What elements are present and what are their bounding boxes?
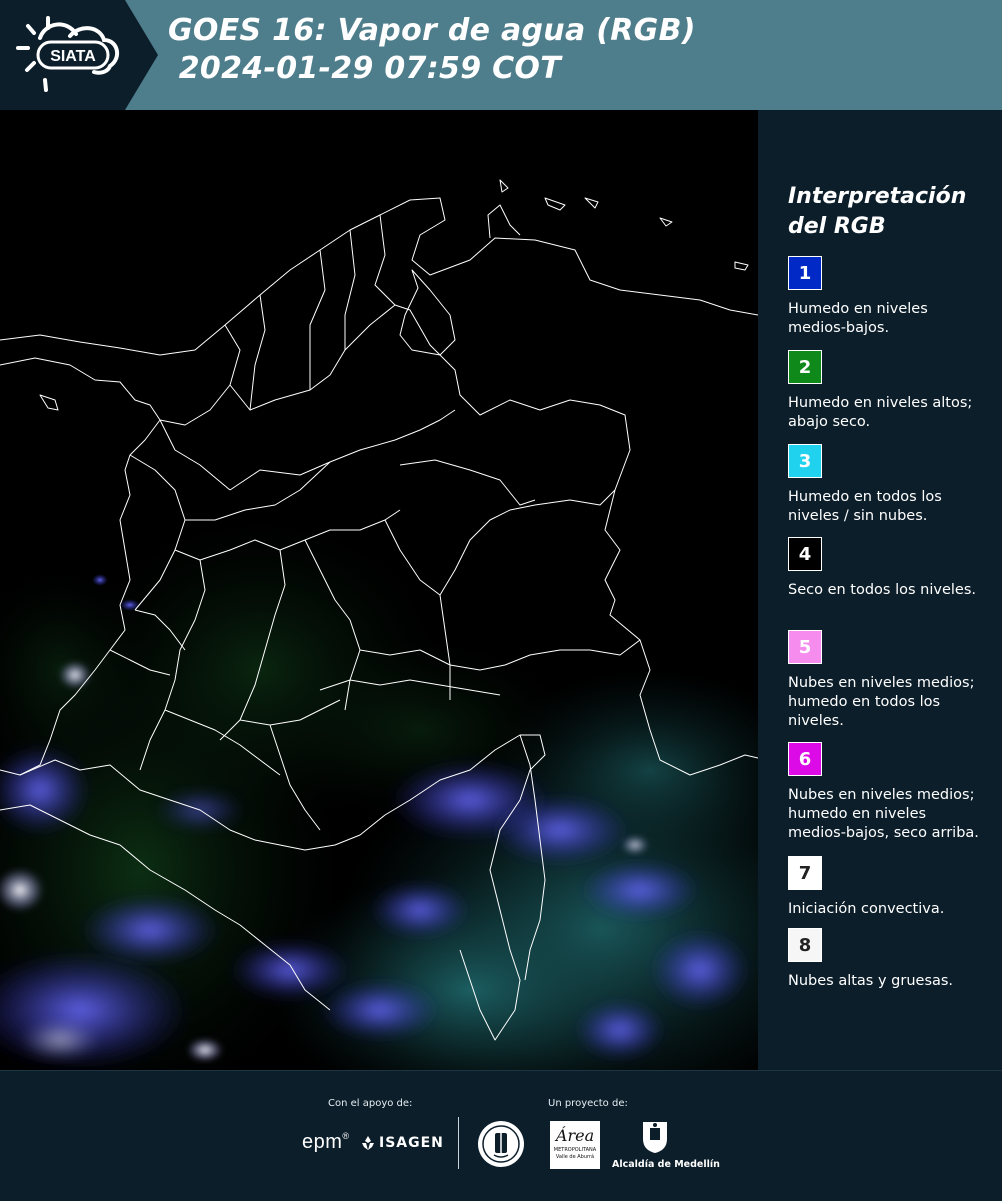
legend-text-1: Humedo en niveles medios-bajos. — [788, 301, 928, 336]
isagen-logo: ISAGEN — [360, 1135, 444, 1151]
footer-bar: Con el apoyo de: Un proyecto de: epm® IS… — [0, 1070, 1002, 1201]
legend-text-3: Humedo en todos los niveles / sin nubes. — [788, 489, 942, 524]
epm-logo: epm® — [302, 1131, 350, 1154]
legend-title-line-1: Interpretación — [788, 184, 967, 209]
title-line-1: GOES 16: Vapor de agua (RGB) — [168, 13, 696, 48]
area-subcaption: Valle de Aburrá — [555, 1154, 595, 1160]
legend-text-7: Iniciación convectiva. — [788, 901, 945, 917]
support-label: Con el apoyo de: — [328, 1098, 413, 1109]
logo-text: SIATA — [50, 48, 96, 65]
legend-swatch-1: 1 — [788, 256, 822, 290]
legend-text-5: Nubes en niveles medios; humedo en todos… — [788, 675, 975, 729]
registered-mark: ® — [342, 1131, 350, 1141]
satellite-map — [0, 110, 758, 1070]
legend-item-1: 1 Humedo en niveles medios-bajos. — [788, 256, 998, 338]
alcaldia-label: Alcaldía de Medellín — [612, 1159, 720, 1170]
legend-item-3: 3 Humedo en todos los niveles / sin nube… — [788, 444, 998, 526]
area-caption: METROPOLITANA — [553, 1147, 597, 1153]
area-logo-text: Área — [555, 1126, 595, 1145]
project-label: Un proyecto de: — [548, 1098, 628, 1109]
title-line-2: 2024-01-29 07:59 COT — [168, 51, 562, 86]
epm-text: epm — [302, 1131, 343, 1153]
isagen-text: ISAGEN — [379, 1135, 444, 1151]
medellin-seal-logo — [476, 1119, 526, 1173]
legend-swatch-8: 8 — [788, 928, 822, 962]
header-bar: SIATA GOES 16: Vapor de agua (RGB) 2024-… — [0, 0, 1002, 110]
legend-title: Interpretación del RGB — [788, 182, 988, 242]
legend-title-line-2: del RGB — [788, 214, 886, 239]
siata-logo: SIATA — [0, 0, 160, 110]
legend-text-2: Humedo en niveles altos; abajo seco. — [788, 395, 973, 430]
legend-swatch-5: 5 — [788, 630, 822, 664]
legend-swatch-3: 3 — [788, 444, 822, 478]
alcaldia-shield-icon — [640, 1119, 670, 1159]
footer-divider — [458, 1117, 459, 1169]
legend-text-6: Nubes en niveles medios; humedo en nivel… — [788, 787, 979, 841]
legend-item-5: 5 Nubes en niveles medios; humedo en tod… — [788, 630, 998, 731]
legend-item-6: 6 Nubes en niveles medios; humedo en niv… — [788, 742, 998, 843]
legend-swatch-2: 2 — [788, 350, 822, 384]
legend-item-7: 7 Iniciación convectiva. — [788, 856, 998, 919]
legend-swatch-4: 4 — [788, 537, 822, 571]
legend-text-8: Nubes altas y gruesas. — [788, 973, 954, 989]
legend-swatch-6: 6 — [788, 742, 822, 776]
isagen-icon — [362, 1136, 374, 1150]
area-metropolitana-logo: Área METROPOLITANA Valle de Aburrá — [550, 1121, 600, 1169]
legend-item-8: 8 Nubes altas y gruesas. — [788, 928, 998, 991]
legend-swatch-7: 7 — [788, 856, 822, 890]
legend-text-4: Seco en todos los niveles. — [788, 582, 976, 598]
page-title: GOES 16: Vapor de agua (RGB) 2024-01-29 … — [168, 12, 696, 88]
legend-item-4: 4 Seco en todos los niveles. — [788, 537, 998, 600]
rgb-legend: Interpretación del RGB 1 Humedo en nivel… — [760, 110, 1002, 1070]
legend-item-2: 2 Humedo en niveles altos; abajo seco. — [788, 350, 998, 432]
